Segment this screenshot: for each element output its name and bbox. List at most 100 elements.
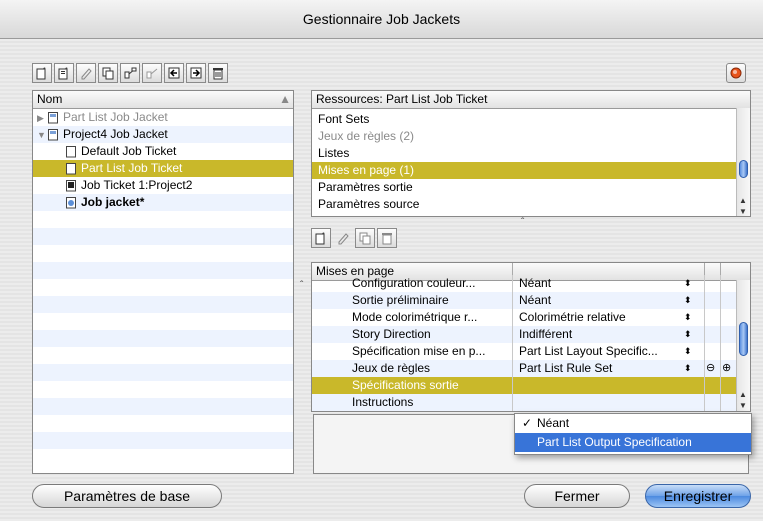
empty-row — [33, 415, 293, 432]
tree-item-label: Job Ticket 1:Project2 — [81, 178, 193, 192]
property-row[interactable]: Spécification mise en p... Part List Layo… — [312, 343, 750, 360]
resource-item[interactable]: Listes — [312, 145, 750, 162]
empty-row — [33, 330, 293, 347]
popup-stepper-icon[interactable]: ⬍ — [684, 343, 692, 360]
tree-item[interactable]: Default Job Ticket — [33, 143, 293, 160]
property-label: Jeux de règles — [352, 361, 431, 375]
tree-item[interactable]: Part List Job Ticket — [33, 160, 293, 177]
resource-toolbar: * — [311, 228, 397, 248]
property-row[interactable]: Instructions — [312, 394, 750, 411]
properties-scrollbar[interactable]: ▲ ▼ — [736, 280, 750, 411]
output-spec-popup-menu[interactable]: ✓ Néant Part List Output Specification — [514, 413, 752, 455]
property-value-popup[interactable]: Néant — [519, 292, 551, 309]
tree-item-label: Project4 Job Jacket — [63, 127, 168, 141]
resource-item[interactable]: Paramètres source — [312, 196, 750, 213]
export-button[interactable] — [186, 63, 206, 83]
new-resource-button[interactable]: * — [311, 228, 331, 248]
popup-option-part-list-output[interactable]: Part List Output Specification — [515, 433, 751, 452]
property-row[interactable]: Jeux de règles Part List Rule Set ⬍ ⊖ ⊕ — [312, 360, 750, 377]
unlink-button[interactable] — [142, 63, 162, 83]
resources-scrollbar[interactable]: ▲ ▼ — [736, 108, 750, 216]
remove-circle-icon[interactable]: ⊖ — [706, 360, 715, 377]
property-value-popup[interactable]: Néant — [519, 275, 551, 292]
tree-item-label: Part List Job Ticket — [81, 161, 183, 175]
job-jacket-tree: Nom ▲ ▶ Part List Job Jacket ▼ Project4 Job… — [32, 90, 294, 474]
empty-row — [33, 279, 293, 296]
new-ticket-button[interactable]: * — [54, 63, 74, 83]
property-row[interactable]: Mode colorimétrique r... Colorimétrie rel… — [312, 309, 750, 326]
popup-option-none[interactable]: ✓ Néant — [515, 414, 751, 433]
help-orb-icon[interactable] — [726, 63, 746, 83]
disclosure-open-icon[interactable]: ▼ — [37, 127, 47, 144]
scroll-thumb[interactable] — [739, 160, 748, 178]
resource-item[interactable]: Mises en page (1) — [312, 162, 750, 179]
popup-stepper-icon[interactable]: ⬍ — [684, 309, 692, 326]
delete-trash-button[interactable] — [208, 63, 228, 83]
svg-text:*: * — [43, 67, 46, 74]
tree-item-label: Job jacket* — [81, 195, 145, 209]
ticket-icon — [65, 162, 77, 175]
duplicate-button[interactable] — [98, 63, 118, 83]
add-circle-icon[interactable]: ⊕ — [722, 360, 731, 377]
link-button[interactable] — [120, 63, 140, 83]
scroll-down-arrow[interactable]: ▼ — [739, 401, 747, 410]
property-label: Spécification mise en p... — [352, 344, 486, 358]
popup-stepper-icon[interactable]: ⬍ — [684, 275, 692, 292]
scroll-up-arrow[interactable]: ▲ — [739, 196, 747, 205]
empty-row — [33, 398, 293, 415]
resource-item-label: Mises en page (1) — [318, 163, 415, 177]
popup-stepper-icon[interactable]: ⬍ — [684, 360, 692, 377]
scroll-up-arrow[interactable]: ▲ — [739, 390, 747, 399]
splitter-handle-icon[interactable]: ˆ — [300, 280, 303, 291]
property-value-popup[interactable]: Part List Rule Set — [519, 360, 612, 377]
resource-item[interactable]: Paramètres sortie — [312, 179, 750, 196]
property-label: Story Direction — [352, 327, 431, 341]
tree-item[interactable]: ▶ Part List Job Jacket — [33, 109, 293, 126]
popup-stepper-icon[interactable]: ⬍ — [684, 292, 692, 309]
property-row[interactable]: Sortie préliminaire Néant ⬍ — [312, 292, 750, 309]
title-bar: Gestionnaire Job Jackets — [0, 0, 763, 39]
property-label: Spécifications sortie — [352, 378, 459, 392]
resource-item[interactable]: Jeux de règles (2) — [312, 128, 750, 145]
checkmark-icon: ✓ — [522, 416, 533, 430]
tree-item[interactable]: Job Ticket 1:Project2 — [33, 177, 293, 194]
new-jacket-button[interactable]: * — [32, 63, 52, 83]
property-label: Instructions — [352, 395, 414, 409]
property-value-popup[interactable]: Part List Layout Specific... — [519, 343, 658, 360]
property-row[interactable]: Configuration couleur... Néant ⬍ — [312, 275, 750, 292]
property-label: Mode colorimétrique r... — [352, 310, 478, 324]
column-header-name[interactable]: Nom ▲ — [33, 91, 293, 109]
tree-item[interactable]: ▼ Project4 Job Jacket — [33, 126, 293, 143]
resource-item-label: Jeux de règles (2) — [318, 129, 415, 143]
property-label: Sortie préliminaire — [352, 293, 449, 307]
scroll-down-arrow[interactable]: ▼ — [739, 207, 747, 216]
property-row[interactable]: Story Direction Indifférent ⬍ — [312, 326, 750, 343]
close-button[interactable]: Fermer — [524, 484, 630, 508]
tree-item[interactable]: Job jacket* — [33, 194, 293, 211]
splitter-handle-icon[interactable]: ˆ — [521, 217, 524, 228]
linked-ticket-icon — [65, 179, 77, 192]
scroll-thumb[interactable] — [739, 322, 748, 356]
property-label: Configuration couleur... — [352, 276, 476, 290]
main-toolbar: * * — [32, 63, 228, 83]
empty-row — [33, 432, 293, 449]
duplicate-resource-button[interactable] — [355, 228, 375, 248]
base-settings-button[interactable]: Paramètres de base — [32, 484, 222, 508]
property-row[interactable]: Spécifications sortie — [312, 377, 750, 394]
import-button[interactable] — [164, 63, 184, 83]
jacket-icon — [47, 128, 59, 141]
resource-item-label: Paramètres sortie — [318, 180, 413, 194]
save-button[interactable]: Enregistrer — [645, 484, 751, 508]
resource-item[interactable]: Font Sets — [312, 111, 750, 128]
edit-resource-button[interactable] — [333, 228, 353, 248]
jacket-icon — [47, 111, 59, 124]
disclosure-closed-icon[interactable]: ▶ — [37, 110, 47, 127]
property-value-popup[interactable]: Colorimétrie relative — [519, 309, 626, 326]
delete-resource-button[interactable] — [377, 228, 397, 248]
ticket-icon — [65, 145, 77, 158]
popup-stepper-icon[interactable]: ⬍ — [684, 326, 692, 343]
tree-item-label: Part List Job Jacket — [63, 110, 168, 124]
property-value-popup[interactable]: Indifférent — [519, 326, 572, 343]
edit-pencil-button[interactable] — [76, 63, 96, 83]
layout-properties-table: Mises en page Configuration couleur... Né… — [311, 262, 751, 412]
